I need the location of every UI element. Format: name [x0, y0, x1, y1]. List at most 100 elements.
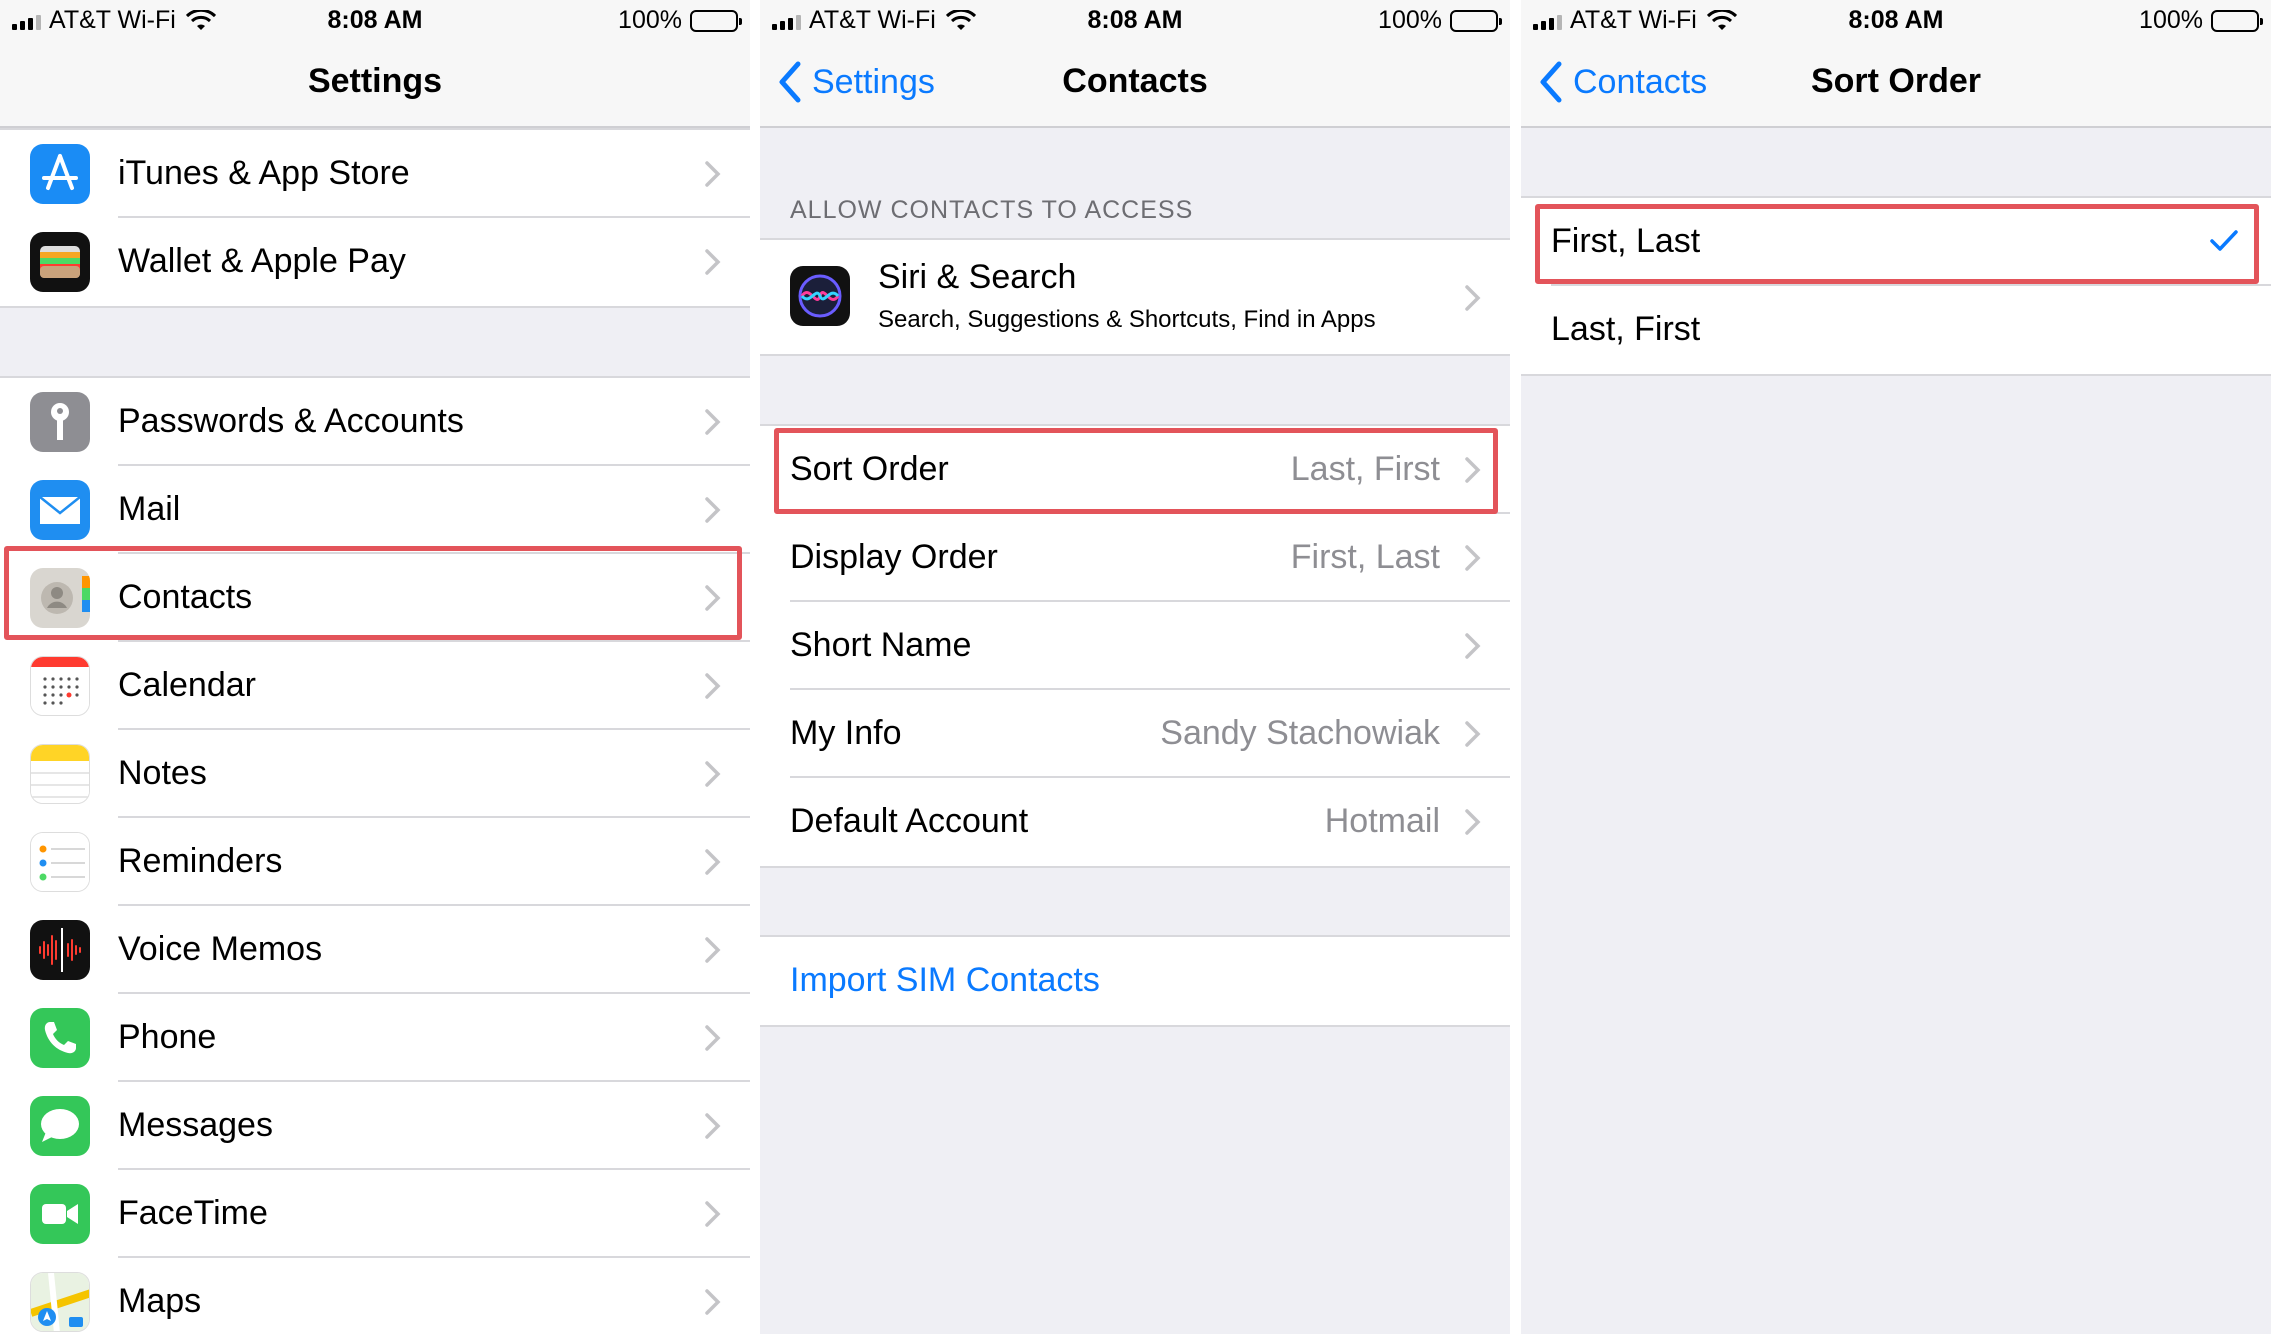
wallet-icon: [30, 232, 90, 292]
first-last-highlight-box: [1535, 204, 2259, 284]
section-header: ALLOW CONTACTS TO ACCESS: [790, 196, 1194, 224]
nav-bar: Sort Order Contacts: [1521, 40, 2271, 128]
row-label: Import SIM Contacts: [790, 961, 1100, 999]
row-label: Wallet & Apple Pay: [118, 242, 406, 280]
contacts-settings-screen: AT&T Wi-Fi 8:08 AM 100% Contacts Setting…: [760, 0, 1510, 1334]
settings-item-voice-memos[interactable]: Voice Memos: [0, 906, 750, 994]
siri-group: Siri & Search Search, Suggestions & Shor…: [760, 238, 1510, 356]
row-label: My Info: [790, 714, 902, 752]
chevron-right-icon: [705, 937, 721, 963]
settings-item-itunes-app-store[interactable]: iTunes & App Store: [0, 130, 750, 218]
settings-item-maps[interactable]: Maps: [0, 1258, 750, 1334]
battery-icon: [690, 9, 742, 32]
settings-screen: AT&T Wi-Fi 8:08 AM 100% Settings iTunes …: [0, 0, 750, 1334]
calendar-icon: [30, 656, 90, 716]
settings-item-facetime[interactable]: FaceTime: [0, 1170, 750, 1258]
chevron-right-icon: [705, 1289, 721, 1315]
chevron-right-icon: [1465, 633, 1481, 659]
row-label: Default Account: [790, 802, 1029, 840]
sort-option-last-first[interactable]: Last, First: [1521, 286, 2271, 374]
facetime-icon: [30, 1184, 90, 1244]
reminders-icon: [30, 832, 90, 892]
chevron-right-icon: [705, 409, 721, 435]
chevron-right-icon: [1465, 285, 1481, 311]
chevron-right-icon: [705, 673, 721, 699]
nav-bar: Settings: [0, 40, 750, 128]
page-title: Settings: [307, 62, 443, 100]
back-button[interactable]: Settings: [776, 60, 935, 104]
chevron-right-icon: [705, 849, 721, 875]
messages-icon: [30, 1096, 90, 1156]
back-button[interactable]: Contacts: [1537, 60, 1707, 104]
display-order-row[interactable]: Display Order First, Last: [760, 514, 1510, 602]
row-label: Mail: [118, 490, 181, 528]
battery-percent: 100%: [618, 6, 682, 34]
chevron-right-icon: [1465, 721, 1481, 747]
sort-order-screen: AT&T Wi-Fi 8:08 AM 100% Sort Order Conta…: [1521, 0, 2271, 1334]
siri-sublabel: Search, Suggestions & Shortcuts, Find in…: [878, 306, 1376, 333]
row-label: Maps: [118, 1282, 202, 1320]
my-info-row[interactable]: My Info Sandy Stachowiak: [760, 690, 1510, 778]
siri-icon: [790, 266, 850, 326]
row-label: Passwords & Accounts: [118, 402, 464, 440]
chevron-right-icon: [705, 1201, 721, 1227]
phone-icon: [30, 1008, 90, 1068]
settings-item-reminders[interactable]: Reminders: [0, 818, 750, 906]
row-value: Sandy Stachowiak: [1160, 714, 1440, 752]
row-label: Short Name: [790, 626, 972, 664]
chevron-left-icon: [779, 61, 801, 103]
chevron-right-icon: [1465, 809, 1481, 835]
sort-order-highlight-box: [774, 428, 1498, 514]
row-label: Notes: [118, 754, 207, 792]
siri-label: Siri & Search: [878, 258, 1077, 296]
settings-item-wallet-apple-pay[interactable]: Wallet & Apple Pay: [0, 218, 750, 306]
mail-icon: [30, 480, 90, 540]
app-store-icon: [30, 144, 90, 204]
voice-memos-icon: [30, 920, 90, 980]
status-bar: AT&T Wi-Fi 8:08 AM 100%: [760, 0, 1510, 40]
chevron-right-icon: [705, 1025, 721, 1051]
chevron-left-icon: [1540, 61, 1562, 103]
row-label: Calendar: [118, 666, 256, 704]
default-account-row[interactable]: Default Account Hotmail: [760, 778, 1510, 866]
back-button-label: Contacts: [1573, 62, 1708, 101]
chevron-right-icon: [1465, 545, 1481, 571]
settings-group-store: iTunes & App Store Wallet & Apple Pay: [0, 128, 750, 308]
chevron-right-icon: [705, 497, 721, 523]
import-group: Import SIM Contacts: [760, 935, 1510, 1027]
notes-icon: [30, 744, 90, 804]
settings-item-phone[interactable]: Phone: [0, 994, 750, 1082]
key-icon: [30, 392, 90, 452]
import-sim-contacts-button[interactable]: Import SIM Contacts: [760, 937, 1510, 1025]
settings-group-apps: Passwords & Accounts Mail Contacts Calen…: [0, 376, 750, 1334]
row-label: Display Order: [790, 538, 998, 576]
settings-item-mail[interactable]: Mail: [0, 466, 750, 554]
maps-icon: [30, 1272, 90, 1332]
settings-item-calendar[interactable]: Calendar: [0, 642, 750, 730]
chevron-right-icon: [705, 161, 721, 187]
row-label: Reminders: [118, 842, 283, 880]
row-label: Voice Memos: [118, 930, 323, 968]
nav-bar: Contacts Settings: [760, 40, 1510, 128]
settings-item-notes[interactable]: Notes: [0, 730, 750, 818]
battery-icon: [2211, 9, 2263, 32]
settings-item-passwords-accounts[interactable]: Passwords & Accounts: [0, 378, 750, 466]
screenshot-composite: AT&T Wi-Fi 8:08 AM 100% Settings iTunes …: [0, 0, 2271, 1334]
row-label: FaceTime: [118, 1194, 268, 1232]
chevron-right-icon: [705, 761, 721, 787]
battery-percent: 100%: [1378, 6, 1442, 34]
status-bar: AT&T Wi-Fi 8:08 AM 100%: [0, 0, 750, 40]
status-bar: AT&T Wi-Fi 8:08 AM 100%: [1521, 0, 2271, 40]
short-name-row[interactable]: Short Name: [760, 602, 1510, 690]
battery-icon: [1450, 9, 1502, 32]
chevron-right-icon: [705, 249, 721, 275]
settings-item-messages[interactable]: Messages: [0, 1082, 750, 1170]
back-button-label: Settings: [812, 62, 935, 101]
row-label: Phone: [118, 1018, 217, 1056]
row-value: First, Last: [1290, 538, 1440, 576]
chevron-right-icon: [705, 1113, 721, 1139]
row-value: Hotmail: [1324, 802, 1440, 840]
battery-percent: 100%: [2139, 6, 2203, 34]
siri-search-row[interactable]: Siri & Search Search, Suggestions & Shor…: [760, 240, 1510, 354]
contacts-highlight-box: [4, 546, 742, 640]
